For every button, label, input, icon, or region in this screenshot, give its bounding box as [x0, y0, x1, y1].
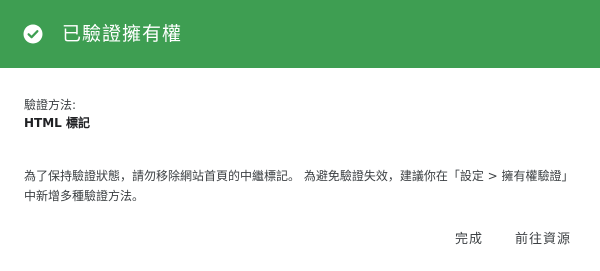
verification-dialog: 已驗證擁有權 驗證方法: HTML 標記 為了保持驗證狀態，請勿移除網站首頁的中… [0, 0, 600, 271]
verification-method-value: HTML 標記 [24, 116, 90, 130]
go-to-property-button[interactable]: 前往資源 [515, 231, 571, 249]
dialog-title: 已驗證擁有權 [62, 22, 183, 45]
verification-notice: 為了保持驗證狀態，請勿移除網站首頁的中繼標記。 為避免驗證失效，建議你在「設定 … [24, 169, 574, 203]
dialog-body: 驗證方法: HTML 標記 為了保持驗證狀態，請勿移除網站首頁的中繼標記。 為避… [24, 96, 576, 206]
verification-method-label: 驗證方法: [24, 98, 77, 112]
dialog-header: 已驗證擁有權 [0, 0, 600, 68]
check-circle-icon [23, 24, 43, 44]
done-button[interactable]: 完成 [455, 231, 483, 249]
dialog-actions: 完成 前往資源 [455, 231, 571, 249]
